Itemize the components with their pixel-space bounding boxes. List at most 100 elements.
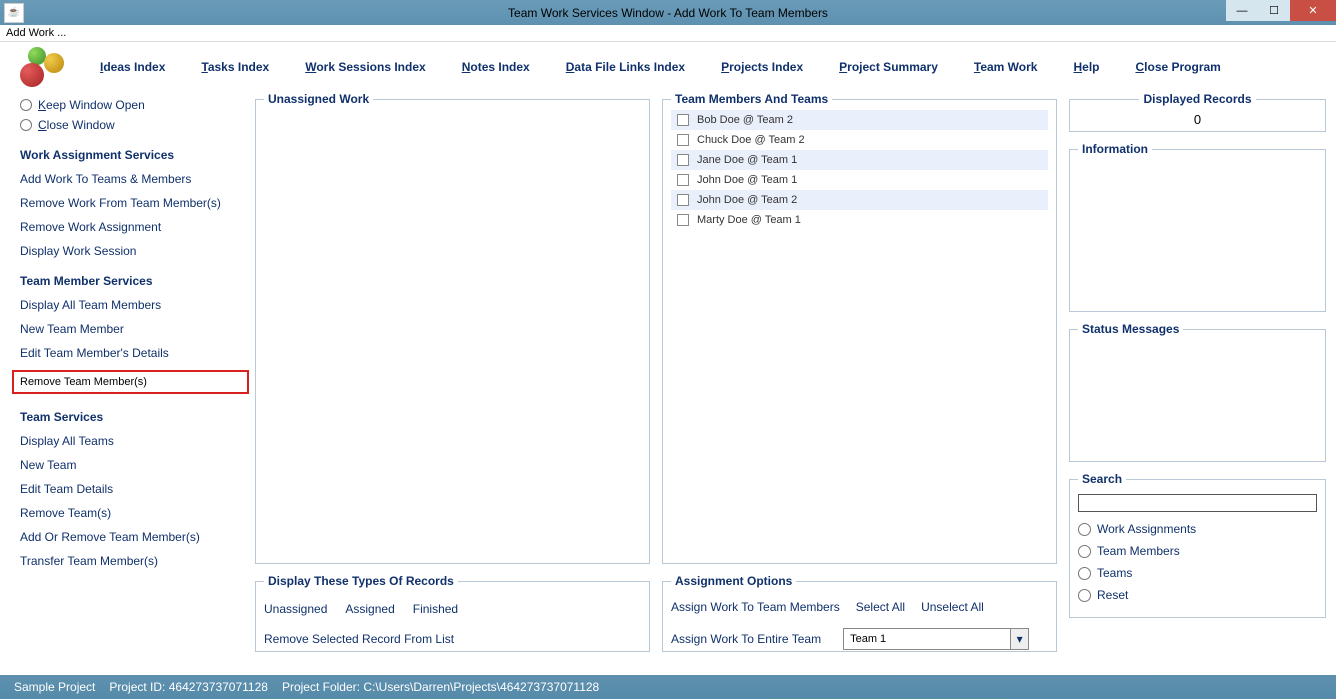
sidebar-link-transfer-members[interactable]: Transfer Team Member(s) — [20, 554, 243, 568]
search-opt-label: Team Members — [1097, 544, 1180, 558]
menu-work-sessions-index[interactable]: Work Sessions Index — [305, 60, 426, 74]
displayed-records-legend: Displayed Records — [1139, 92, 1255, 106]
assignment-options-legend: Assignment Options — [671, 574, 796, 588]
team-members-legend: Team Members And Teams — [671, 92, 832, 106]
search-panel: Search Work Assignments Team Members Tea… — [1069, 472, 1326, 618]
link-select-all[interactable]: Select All — [856, 600, 905, 614]
member-label: Bob Doe @ Team 2 — [697, 114, 793, 126]
sidebar-link-remove-member-highlighted[interactable]: Remove Team Member(s) — [12, 370, 249, 394]
maximize-button[interactable]: ☐ — [1258, 0, 1290, 21]
sidebar-link-add-work[interactable]: Add Work To Teams & Members — [20, 172, 243, 186]
menu-help[interactable]: Help — [1073, 60, 1099, 74]
close-window-label: Close Window — [38, 118, 115, 132]
menu-notes-index[interactable]: Notes Index — [462, 60, 530, 74]
unassigned-work-panel: Unassigned Work — [255, 92, 650, 564]
link-assign-to-entire-team[interactable]: Assign Work To Entire Team — [671, 632, 821, 646]
search-opt-label: Teams — [1097, 566, 1132, 580]
sidebar-head-team-member: Team Member Services — [20, 274, 243, 288]
sidebar-link-add-remove-members[interactable]: Add Or Remove Team Member(s) — [20, 530, 243, 544]
close-button[interactable]: ✕ — [1290, 0, 1336, 21]
keep-window-open-radio[interactable] — [20, 99, 32, 111]
member-label: John Doe @ Team 2 — [697, 194, 797, 206]
information-panel: Information — [1069, 142, 1326, 312]
checkbox-icon[interactable] — [677, 134, 689, 146]
status-project-name: Sample Project — [14, 680, 95, 694]
sidebar-link-remove-work-assignment[interactable]: Remove Work Assignment — [20, 220, 243, 234]
link-unselect-all[interactable]: Unselect All — [921, 600, 984, 614]
addwork-label: Add Work ... — [0, 25, 1336, 42]
unassigned-work-legend: Unassigned Work — [264, 92, 373, 106]
member-label: Jane Doe @ Team 1 — [697, 154, 797, 166]
link-unassigned[interactable]: Unassigned — [264, 602, 327, 616]
list-item[interactable]: Marty Doe @ Team 1 — [671, 210, 1048, 230]
checkbox-icon[interactable] — [677, 194, 689, 206]
window-title: Team Work Services Window - Add Work To … — [508, 6, 828, 20]
display-types-panel: Display These Types Of Records Unassigne… — [255, 574, 650, 652]
link-assign-to-members[interactable]: Assign Work To Team Members — [671, 600, 840, 614]
member-label: Chuck Doe @ Team 2 — [697, 134, 805, 146]
search-legend: Search — [1078, 472, 1126, 486]
search-input[interactable] — [1078, 494, 1317, 512]
sidebar-link-edit-team[interactable]: Edit Team Details — [20, 482, 243, 496]
team-select-combo[interactable]: ▾ — [843, 628, 1029, 650]
assignment-options-panel: Assignment Options Assign Work To Team M… — [662, 574, 1057, 652]
sidebar-head-team-services: Team Services — [20, 410, 243, 424]
chevron-down-icon[interactable]: ▾ — [1010, 629, 1028, 649]
list-item[interactable]: Chuck Doe @ Team 2 — [671, 130, 1048, 150]
sidebar-link-edit-member[interactable]: Edit Team Member's Details — [20, 346, 243, 360]
menu-bar: Ideas Index Tasks Index Work Sessions In… — [0, 42, 1336, 92]
status-project-id: Project ID: 464273737071128 — [109, 680, 268, 694]
sidebar-link-display-work-session[interactable]: Display Work Session — [20, 244, 243, 258]
team-members-panel: Team Members And Teams Bob Doe @ Team 2 … — [662, 92, 1057, 564]
minimize-button[interactable]: ― — [1226, 0, 1258, 21]
search-reset-radio[interactable] — [1078, 589, 1091, 602]
sidebar-link-new-team[interactable]: New Team — [20, 458, 243, 472]
information-legend: Information — [1078, 142, 1152, 156]
list-item[interactable]: Bob Doe @ Team 2 — [671, 110, 1048, 130]
list-item[interactable]: John Doe @ Team 1 — [671, 170, 1048, 190]
status-messages-panel: Status Messages — [1069, 322, 1326, 462]
menu-close-program[interactable]: Close Program — [1135, 60, 1220, 74]
search-opt-label: Work Assignments — [1097, 522, 1196, 536]
menu-data-file-links-index[interactable]: Data File Links Index — [566, 60, 685, 74]
sidebar-link-new-member[interactable]: New Team Member — [20, 322, 243, 336]
list-item[interactable]: John Doe @ Team 2 — [671, 190, 1048, 210]
list-item[interactable]: Jane Doe @ Team 1 — [671, 150, 1048, 170]
sidebar-head-work-assignment: Work Assignment Services — [20, 148, 243, 162]
sidebar-link-remove-work-member[interactable]: Remove Work From Team Member(s) — [20, 196, 243, 210]
search-work-assignments-radio[interactable] — [1078, 523, 1091, 536]
menu-tasks-index[interactable]: Tasks Index — [201, 60, 269, 74]
menu-projects-index[interactable]: Projects Index — [721, 60, 803, 74]
close-window-radio[interactable] — [20, 119, 32, 131]
search-teams-radio[interactable] — [1078, 567, 1091, 580]
status-bar: Sample Project Project ID: 4642737370711… — [0, 675, 1336, 699]
member-label: Marty Doe @ Team 1 — [697, 214, 801, 226]
sidebar-link-remove-teams[interactable]: Remove Team(s) — [20, 506, 243, 520]
app-logo-icon — [10, 47, 70, 87]
menu-project-summary[interactable]: Project Summary — [839, 60, 938, 74]
search-team-members-radio[interactable] — [1078, 545, 1091, 558]
checkbox-icon[interactable] — [677, 174, 689, 186]
java-icon: ☕ — [4, 3, 24, 23]
checkbox-icon[interactable] — [677, 114, 689, 126]
link-assigned[interactable]: Assigned — [345, 602, 394, 616]
status-messages-legend: Status Messages — [1078, 322, 1183, 336]
sidebar-link-display-all-teams[interactable]: Display All Teams — [20, 434, 243, 448]
menu-team-work[interactable]: Team Work — [974, 60, 1038, 74]
menu-ideas-index[interactable]: Ideas Index — [100, 60, 165, 74]
displayed-records-value: 0 — [1194, 112, 1201, 127]
status-project-folder: Project Folder: C:\Users\Darren\Projects… — [282, 680, 599, 694]
title-bar: ☕ Team Work Services Window - Add Work T… — [0, 0, 1336, 25]
member-label: John Doe @ Team 1 — [697, 174, 797, 186]
team-select-input[interactable] — [844, 629, 1010, 649]
sidebar-link-display-all-members[interactable]: Display All Team Members — [20, 298, 243, 312]
display-types-legend: Display These Types Of Records — [264, 574, 458, 588]
keep-window-open-label: Keep Window Open — [38, 98, 145, 112]
link-remove-selected-record[interactable]: Remove Selected Record From List — [264, 632, 641, 646]
sidebar: Keep Window Open Close Window Work Assig… — [10, 92, 255, 652]
search-opt-label: Reset — [1097, 588, 1128, 602]
checkbox-icon[interactable] — [677, 154, 689, 166]
displayed-records-panel: Displayed Records 0 — [1069, 92, 1326, 132]
link-finished[interactable]: Finished — [413, 602, 458, 616]
checkbox-icon[interactable] — [677, 214, 689, 226]
